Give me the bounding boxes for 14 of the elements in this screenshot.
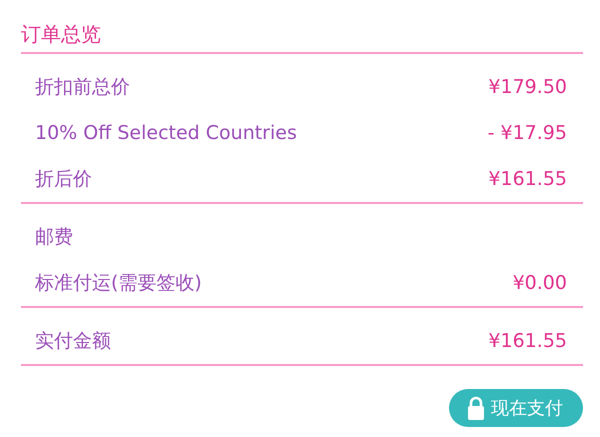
line-item-label: 折后价 <box>35 167 92 192</box>
line-item-amount: - ¥17.95 <box>488 122 567 144</box>
line-item-label: 邮费 <box>35 225 73 250</box>
line-item-label: 折扣前总价 <box>35 75 130 100</box>
line-item-label: 标准付运(需要签收) <box>35 271 202 296</box>
line-item-amount: ¥161.55 <box>488 168 567 190</box>
section-title: 订单总览 <box>21 21 102 48</box>
line-item-label: 实付金额 <box>35 329 111 354</box>
line-item-label: 10% Off Selected Countries <box>35 122 297 144</box>
line-item-amount: ¥179.50 <box>488 76 567 98</box>
line-item-amount: ¥161.55 <box>488 330 567 352</box>
pay-now-button[interactable]: 现在支付 <box>449 389 583 427</box>
line-item-amount: ¥0.00 <box>512 272 567 294</box>
lock-icon <box>467 396 485 420</box>
